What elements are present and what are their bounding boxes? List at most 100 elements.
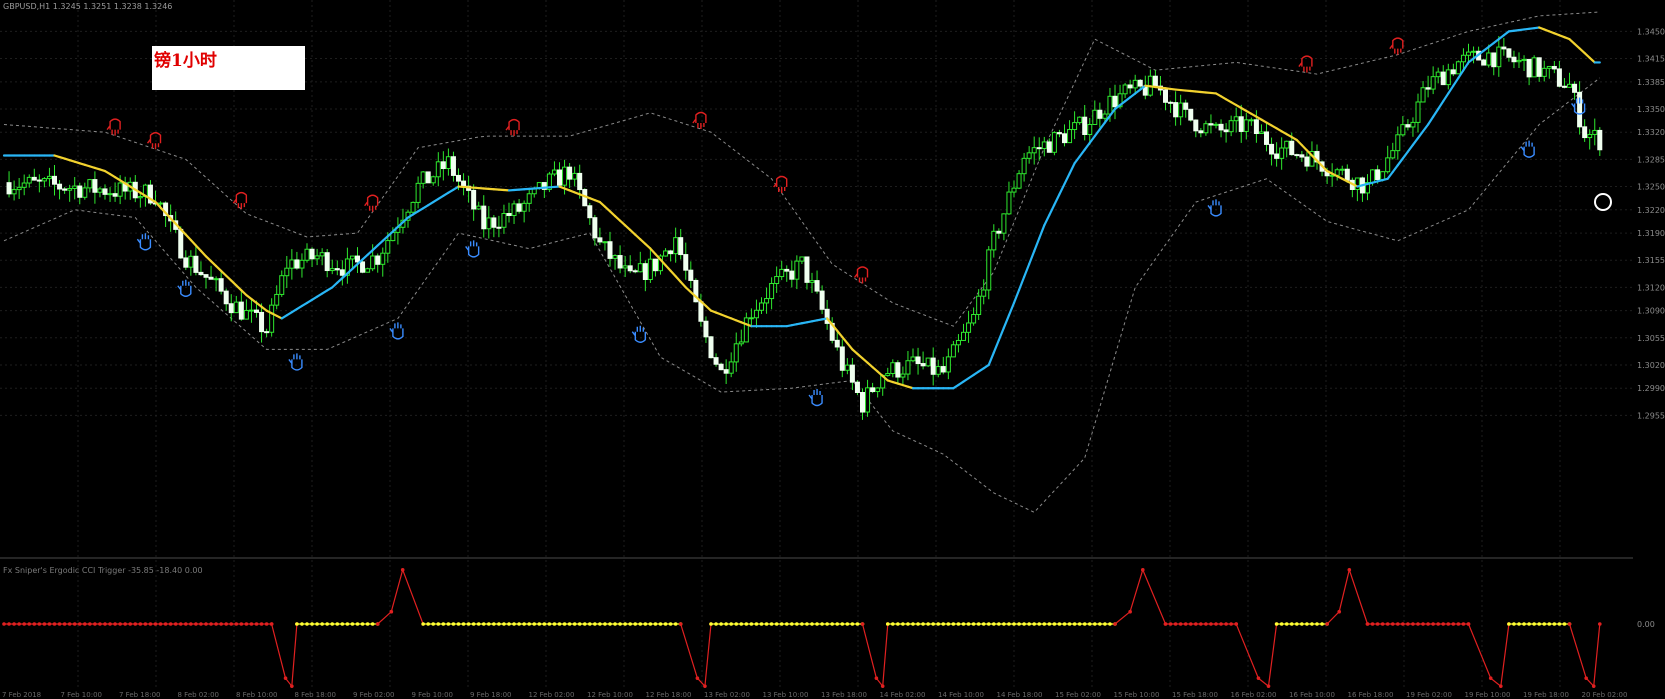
candle-body <box>11 189 17 195</box>
osc-point <box>431 622 436 626</box>
last-price-marker[interactable] <box>1594 193 1612 211</box>
osc-point <box>1274 622 1279 626</box>
candle-body <box>526 193 532 204</box>
candle-body <box>1067 129 1073 144</box>
osc-point <box>487 622 491 626</box>
time-tick-label: 14 Feb 18:00 <box>997 691 1043 699</box>
price-chart[interactable]: 1.3450 1.3415 1.3385 1.3350 1.3320 1.3285 1.32… <box>0 0 1665 699</box>
osc-point <box>567 622 572 626</box>
candle-body <box>1213 123 1219 126</box>
price-tick-label: 1.3190 <box>1637 229 1665 238</box>
candle-body <box>496 226 502 229</box>
candle-body <box>1041 141 1047 150</box>
candle-body <box>1496 46 1502 68</box>
osc-point <box>118 622 122 626</box>
candle-body <box>996 230 1002 234</box>
candle-body <box>1561 85 1567 88</box>
candle-body <box>1132 79 1138 89</box>
candle-body <box>188 255 194 268</box>
osc-point <box>880 684 885 688</box>
osc-point <box>492 622 496 626</box>
osc-point <box>1567 622 1572 626</box>
osc-point <box>1507 622 1511 626</box>
osc-point <box>790 622 794 626</box>
candle-body <box>1036 147 1042 150</box>
osc-point <box>461 622 466 626</box>
osc-point <box>512 622 516 626</box>
osc-point <box>825 622 829 626</box>
candle-body <box>663 250 669 257</box>
candle-body <box>1021 157 1027 175</box>
price-tick-label: 1.3250 <box>1637 183 1665 192</box>
osc-point <box>466 622 471 626</box>
candle-body <box>21 182 27 188</box>
osc-point <box>598 622 602 626</box>
candle-body <box>940 366 946 373</box>
time-tick-label: 19 Feb 10:00 <box>1465 691 1511 699</box>
osc-point <box>1542 622 1547 626</box>
osc-point <box>22 622 27 626</box>
candle-body <box>481 205 487 230</box>
osc-point <box>1194 622 1198 626</box>
candle-body <box>1536 57 1542 77</box>
candle-body <box>1587 133 1593 139</box>
time-tick-label: 16 Feb 02:00 <box>1231 691 1277 699</box>
candle-body <box>279 275 285 295</box>
chart-title-box: 镑1小时 <box>152 46 305 90</box>
candle-body <box>198 271 204 276</box>
osc-point <box>1266 684 1271 688</box>
osc-point <box>1584 676 1588 680</box>
osc-point <box>1012 622 1016 626</box>
candle-body <box>516 203 522 212</box>
sell-hand-icon <box>853 266 869 284</box>
candle-body <box>233 301 239 314</box>
candle-body <box>1592 129 1598 135</box>
sell-hand-icon <box>232 191 248 210</box>
candle-body <box>1056 132 1062 135</box>
time-tick-label: 8 Feb 18:00 <box>295 691 336 699</box>
osc-point <box>810 622 814 626</box>
ma-segment <box>1432 107 1440 118</box>
time-tick-label: 8 Feb 02:00 <box>178 691 219 699</box>
osc-point <box>527 622 531 626</box>
candle-body <box>31 176 37 181</box>
candle-body <box>425 171 431 184</box>
ma-segment <box>664 264 672 272</box>
osc-point <box>986 622 991 626</box>
osc-point <box>744 622 749 626</box>
osc-point <box>532 622 537 626</box>
osc-point <box>77 622 82 626</box>
candle-body <box>743 317 749 343</box>
price-tick-label: 1.3320 <box>1637 128 1665 137</box>
ma-segment <box>1452 76 1460 87</box>
osc-point <box>1537 622 1541 626</box>
osc-point <box>456 622 461 626</box>
osc-point <box>860 622 865 626</box>
candle-body <box>1481 59 1487 66</box>
sell-hand-icon <box>364 194 379 212</box>
osc-point <box>1289 622 1294 626</box>
candle-body <box>501 213 507 228</box>
candle-body <box>1455 61 1461 75</box>
price-tick-label: 1.3220 <box>1637 206 1665 215</box>
candle-body <box>183 257 189 268</box>
osc-point <box>355 622 360 626</box>
osc-point <box>1380 622 1385 626</box>
osc-point <box>189 622 193 626</box>
ma-segment <box>1406 143 1415 153</box>
candle-body <box>920 363 926 367</box>
osc-point <box>1002 622 1006 626</box>
osc-point <box>229 622 234 626</box>
osc-point <box>850 622 855 626</box>
candle-body <box>57 183 63 190</box>
osc-point <box>502 622 506 626</box>
candle-body <box>248 309 254 312</box>
sell-hand-icon <box>106 118 121 136</box>
candle-body <box>708 336 714 359</box>
osc-point <box>1310 622 1314 626</box>
candle-body <box>1440 71 1446 86</box>
buy-hand-icon <box>177 279 192 297</box>
sell-hand-icon <box>1389 37 1404 55</box>
buy-hand-icon <box>808 388 823 407</box>
candle-body <box>748 317 754 320</box>
